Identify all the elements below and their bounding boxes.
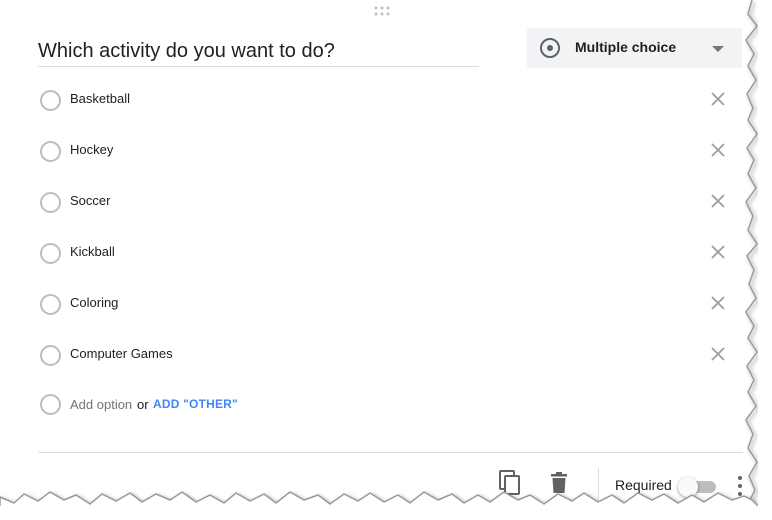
option-label[interactable]: Computer Games [70, 346, 173, 361]
option-radio-icon [40, 192, 61, 213]
delete-icon[interactable] [548, 471, 570, 495]
add-other-button[interactable]: ADD "OTHER" [153, 397, 238, 411]
add-option-input[interactable]: Add option [70, 397, 132, 412]
option-radio-icon [40, 345, 61, 366]
remove-option-icon[interactable] [708, 293, 728, 313]
question-title-input[interactable]: Which activity do you want to do? [38, 36, 479, 67]
option-radio-icon [40, 294, 61, 315]
question-type-dropdown[interactable]: Multiple choice [527, 28, 742, 68]
option-row: Coloring [0, 284, 756, 324]
remove-option-icon[interactable] [708, 344, 728, 364]
required-label: Required [615, 477, 672, 493]
toggle-thumb [678, 477, 698, 497]
option-row: Basketball [0, 80, 756, 120]
required-toggle[interactable] [678, 477, 718, 497]
question-card: Which activity do you want to do? Multip… [0, 0, 756, 500]
option-label[interactable]: Kickball [70, 244, 115, 259]
drag-handle-icon[interactable] [372, 4, 392, 16]
remove-option-icon[interactable] [708, 191, 728, 211]
radio-button-icon [540, 38, 560, 58]
option-row: Soccer [0, 182, 756, 222]
remove-option-icon[interactable] [708, 140, 728, 160]
add-option-row: Add option or ADD "OTHER" [0, 384, 756, 424]
option-label[interactable]: Hockey [70, 142, 113, 157]
question-type-label: Multiple choice [575, 39, 677, 55]
more-options-icon[interactable] [733, 474, 747, 498]
duplicate-icon[interactable] [498, 470, 522, 496]
dropdown-arrow-icon [712, 46, 724, 52]
option-label[interactable]: Basketball [70, 91, 130, 106]
or-text: or [137, 397, 149, 412]
option-label[interactable]: Soccer [70, 193, 110, 208]
option-radio-icon [40, 243, 61, 264]
option-radio-icon [40, 90, 61, 111]
remove-option-icon[interactable] [708, 242, 728, 262]
option-row: Kickball [0, 233, 756, 273]
footer-divider [38, 452, 743, 453]
option-radio-icon [40, 141, 61, 162]
footer-separator [598, 468, 599, 500]
option-row: Hockey [0, 131, 756, 171]
option-label[interactable]: Coloring [70, 295, 118, 310]
option-row: Computer Games [0, 335, 756, 375]
remove-option-icon[interactable] [708, 89, 728, 109]
option-radio-icon [40, 394, 61, 415]
